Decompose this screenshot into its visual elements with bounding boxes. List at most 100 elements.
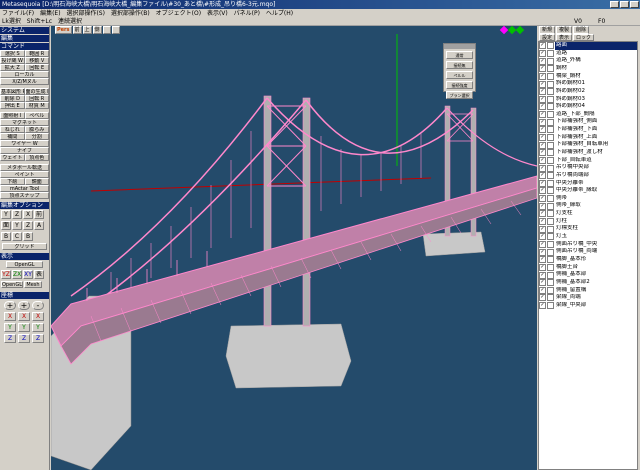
object-row[interactable]: ✓ 吊り橋両端部 [539,172,637,180]
lock-icon[interactable] [547,103,554,111]
lock-icon[interactable] [547,202,554,210]
view-table-button[interactable]: 表 [34,270,44,279]
visibility-icon[interactable]: ✓ [539,65,546,73]
object-list[interactable]: ✓ 路面 ✓ 道路 ✓ 道路_外構 ✓ 鋼材 ✓ 橋梁_鋼材 ✓ 斜め鋼材01 ✓ 斜め鋼材02 ✓ 斜め鋼材… [538,41,638,470]
cmd-bevel[interactable]: ペベル [24,112,49,119]
lock-icon[interactable] [547,294,554,302]
cmd-face-create[interactable]: 面の生成 F [24,88,49,95]
visibility-icon[interactable]: ✓ [539,256,546,264]
visibility-icon[interactable]: ✓ [539,225,546,233]
cmd-scale[interactable]: 拡大 Z [0,64,25,71]
opt-c-icon[interactable]: C [12,232,22,241]
visibility-icon[interactable]: ✓ [539,103,546,111]
axis-move2-icon[interactable]: + [18,301,30,310]
menu-help[interactable]: ヘルプ(H) [264,9,295,18]
lock-icon[interactable] [547,271,554,279]
cmd-move[interactable]: 移動 V [24,57,49,64]
visibility-icon[interactable]: ✓ [539,141,546,149]
lock-icon[interactable] [547,225,554,233]
opt-b-icon[interactable]: B [1,232,11,241]
object-row[interactable]: ✓ 斜め鋼材02 [539,88,637,96]
object-row[interactable]: ✓ 梁線_両端 [539,294,637,302]
cmd-extrude[interactable]: 押出 E [0,102,25,109]
lock-icon[interactable] [547,218,554,226]
cmd-divide[interactable]: 分割 [24,133,49,140]
visibility-icon[interactable]: ✓ [539,88,546,96]
cmd-material[interactable]: 材質 M [24,102,49,109]
visibility-icon[interactable]: ✓ [539,294,546,302]
cmd-select[interactable]: 選択 S [0,50,25,57]
lock-icon[interactable] [547,286,554,294]
cmd-lasso[interactable]: 投げ縄 W [0,57,25,64]
object-row[interactable]: ✓ 側面吊り橋_両端 [539,248,637,256]
float-perle-button[interactable]: ペルル [446,71,473,79]
visibility-icon[interactable]: ✓ [539,179,546,187]
show-button[interactable]: 表示 [556,34,573,41]
cmd-metaball[interactable]: メタボール転送 [0,164,49,171]
lock-icon[interactable] [547,88,554,96]
menu-panel[interactable]: パネル(P) [232,9,262,18]
lock-button[interactable]: ロック [573,34,595,41]
object-row[interactable]: ✓ 側補_留置構 [539,287,637,295]
opengl-toggle[interactable]: OpenGL [1,281,23,288]
lock-icon[interactable] [547,118,554,126]
cmd-paint[interactable]: ペイント [0,171,49,178]
cmd-underlay[interactable]: 下絵 [0,178,25,185]
view-extra-button-2[interactable] [111,26,120,34]
lock-icon[interactable] [547,65,554,73]
maximize-button[interactable] [620,1,629,8]
visibility-icon[interactable]: ✓ [539,187,546,195]
cmd-face-paint[interactable]: 面照射 I [0,112,25,119]
visibility-icon[interactable]: ✓ [539,164,546,172]
object-row[interactable]: ✓ 斜め鋼材04 [539,103,637,111]
view-front-button[interactable]: 前 [72,26,82,34]
settings-button[interactable]: 設定 [539,34,556,41]
object-row[interactable]: ✓ 側補_基本部2 [539,279,637,287]
close-button[interactable] [630,1,639,8]
visibility-icon[interactable]: ✓ [539,118,546,126]
lock-icon[interactable] [547,49,554,57]
view-extra-button-1[interactable] [102,26,111,34]
opt-front-icon[interactable]: 前 [34,210,44,219]
object-row[interactable]: ✓ 橋脚_基本形 [539,256,637,264]
visibility-icon[interactable]: ✓ [539,156,546,164]
object-row[interactable]: ✓ 橋梁_鋼材 [539,73,637,81]
new-object-button[interactable]: 新規 [539,26,556,34]
axis-z-1[interactable]: Z [4,334,16,343]
lock-icon[interactable] [547,302,554,310]
cmd-vertex-snap[interactable]: 頂点スナップ [0,192,49,199]
menu-edit[interactable]: 編集(E) [38,9,62,18]
cmd-xyz[interactable]: X/Z/Mヌル [0,78,49,85]
object-row[interactable]: ✓ 灯支柱 [539,210,637,218]
lock-icon[interactable] [547,95,554,103]
lock-icon[interactable] [547,256,554,264]
visibility-icon[interactable]: ✓ [539,111,546,119]
opt-face-icon[interactable]: 面 [1,221,11,230]
visibility-icon[interactable]: ✓ [539,248,546,256]
opt-z2-icon[interactable]: Z [23,221,33,230]
menu-selection-ops[interactable]: 選択部操作(B) [109,9,152,18]
visibility-icon[interactable]: ✓ [539,218,546,226]
cmd-wire[interactable]: ワイヤー W [0,140,49,147]
object-row[interactable]: ✓ 灯標支柱 [539,225,637,233]
opt-a-icon[interactable]: A [34,221,44,230]
menu-selection[interactable]: 選択部操作(S) [64,9,107,18]
visibility-icon[interactable]: ✓ [539,263,546,271]
object-row[interactable]: ✓ 鋼材 [539,65,637,73]
axis-x-1[interactable]: X [4,312,16,321]
opt-y2-icon[interactable]: Y [12,221,22,230]
object-row[interactable]: ✓ 側面吊り橋_中央 [539,241,637,249]
cmd-vertex-color[interactable]: 頂点色 [24,154,49,161]
object-row[interactable]: ✓ 梁線_中央部 [539,302,637,310]
object-row[interactable]: ✓ 路面 [539,42,637,50]
object-row[interactable]: ✓ 灯玉 [539,233,637,241]
lock-icon[interactable] [547,172,554,180]
lock-icon[interactable] [547,248,554,256]
cmd-interp[interactable]: 補間 [0,133,25,140]
view-yz-button[interactable]: YZ [1,270,11,279]
object-row[interactable]: ✓ 下部補強材_上面 [539,134,637,142]
cmd-mirror[interactable]: 鏡面 [24,178,49,185]
lock-icon[interactable] [547,72,554,80]
lock-icon[interactable] [547,57,554,65]
lock-icon[interactable] [547,233,554,241]
